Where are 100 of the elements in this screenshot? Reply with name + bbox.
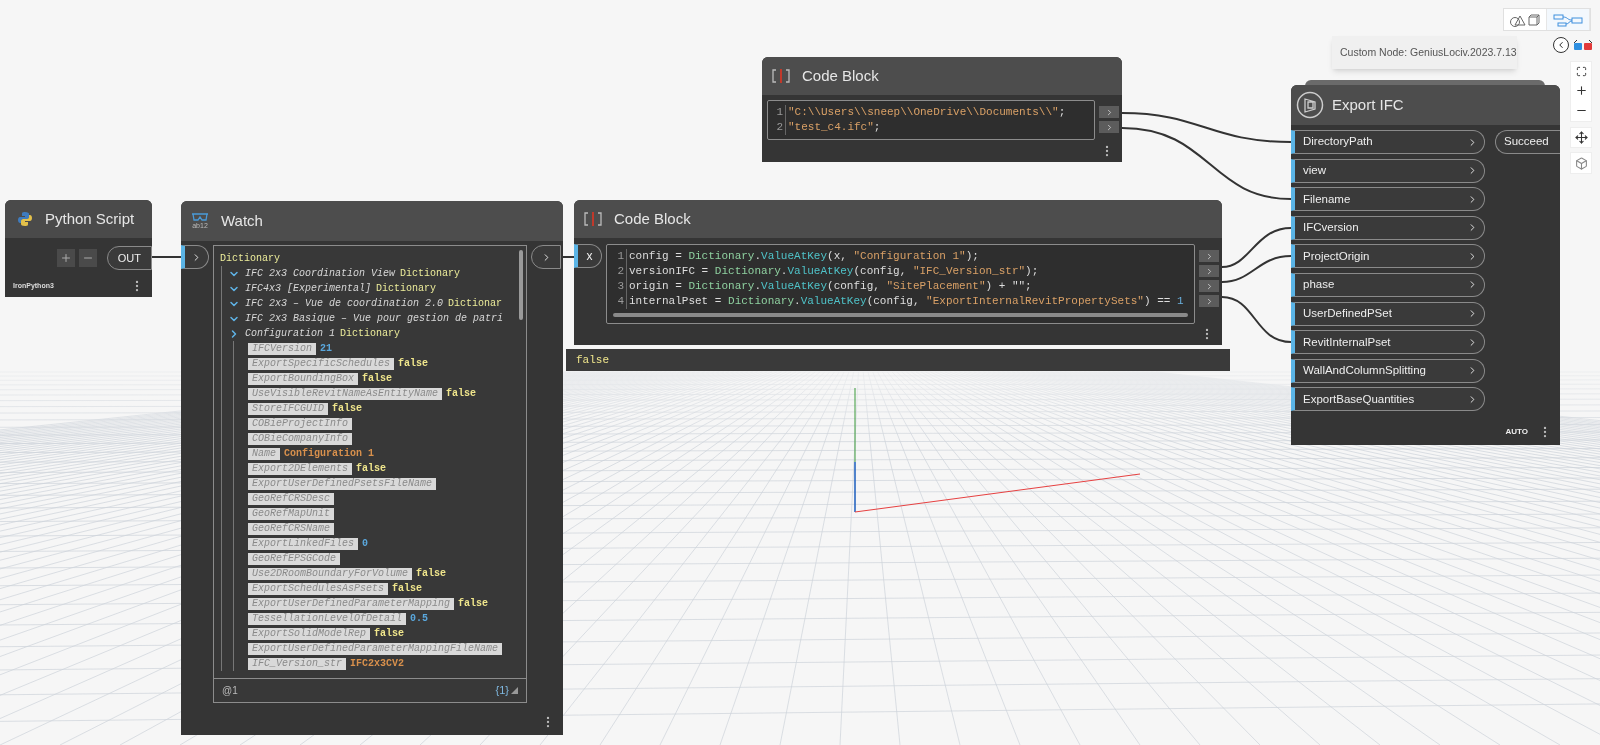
add-input-button[interactable] <box>56 249 75 267</box>
output-port[interactable]: Succeed <box>1495 130 1560 154</box>
input-port[interactable]: Filename <box>1291 187 1485 212</box>
node-title: Code Block <box>802 65 879 86</box>
orbit-cube-icon[interactable] <box>1574 156 1588 170</box>
input-port[interactable]: x <box>574 244 602 268</box>
scrollbar[interactable] <box>613 313 1188 317</box>
list-level: @1 <box>222 684 238 698</box>
dictionary-key: Use2DRoomBoundaryForVolume <box>248 567 413 580</box>
dictionary-key: IFC 2x3 Basique – Vue pour gestion de patri <box>245 311 504 326</box>
dictionary-key: ExportBoundingBox <box>248 372 359 385</box>
resize-grip-icon[interactable] <box>511 687 518 694</box>
value-type: Dictionary <box>220 252 281 266</box>
dictionary-key: GeoRefCRSName <box>248 522 334 535</box>
dictionary-value: false <box>362 372 393 386</box>
dictionary-key: GeoRefCRSDesc <box>248 492 334 505</box>
watch-node[interactable] <box>181 201 563 735</box>
circle-emblem-icon <box>1296 91 1324 119</box>
input-port[interactable]: IFCversion <box>1291 215 1485 240</box>
input-port[interactable]: RevitInternalPset <box>1291 330 1485 355</box>
dictionary-value: 0 <box>362 537 369 551</box>
chevron-icon <box>191 251 202 263</box>
chevron-left-icon <box>1556 40 1566 50</box>
dictionary-key: IFC 2x3 – Vue de coordination 2.0 <box>245 296 444 311</box>
scrollbar[interactable] <box>519 250 523 320</box>
dictionary-key: Name <box>248 447 280 460</box>
dictionary-key: TessellationLevelOfDetail <box>248 612 407 625</box>
node-title: Export IFC <box>1332 94 1404 115</box>
node-graph-icon <box>1552 12 1584 27</box>
dictionary-key: IFC_Version_str <box>248 657 346 670</box>
tooltip: Custom Node: GeniusLociv.2023.7.13 <box>1332 36 1517 69</box>
dictionary-value: false <box>458 597 489 611</box>
node-title: Watch <box>221 210 263 231</box>
input-port[interactable]: phase <box>1291 272 1485 297</box>
dictionary-key: ExportUserDefinedParameterMapping <box>248 597 455 610</box>
glasses-icon <box>191 212 209 222</box>
zoom-in-icon[interactable] <box>1574 84 1588 97</box>
fit-view-icon[interactable] <box>1575 65 1587 77</box>
dictionary-value: 21 <box>320 342 333 356</box>
code-line: "test_c4.ifc"; <box>787 120 881 135</box>
wire[interactable] <box>1221 227 1292 268</box>
3d-glasses-icon[interactable] <box>1573 40 1593 51</box>
input-port[interactable]: DirectoryPath <box>1291 130 1485 154</box>
back-button[interactable] <box>1553 37 1569 53</box>
code-line: origin = Dictionary.ValueAtKey(config, "SitePlacement") + ""; <box>628 279 1032 294</box>
node-title: Code Block <box>614 208 691 229</box>
code-line: config = Dictionary.ValueAtKey(x, "Configuration 1"); <box>628 249 979 264</box>
python-logo-icon <box>17 211 33 227</box>
dictionary-key: IFC4x3 [Experimental] <box>245 281 372 296</box>
shapes-icon <box>1509 12 1541 27</box>
dictionary-key: GeoRefEPSGCode <box>248 552 340 565</box>
input-port[interactable]: UserDefinedPSet <box>1291 301 1485 326</box>
code-block-node[interactable]: Code Block 1 "C:\\Users\\sneep\\OneDrive\\Documents\\"; 2 "test_c4.ifc"; <box>762 57 1122 162</box>
wire[interactable] <box>1121 127 1292 200</box>
dictionary-key: ExportSolidModelRep <box>248 627 371 640</box>
output-port[interactable]: OUT <box>106 246 152 270</box>
dictionary-key: ExportUserDefinedPsetsFileName <box>248 477 437 490</box>
dictionary-value: Configuration 1 <box>284 447 375 461</box>
dictionary-key: COBieProjectInfo <box>248 417 352 430</box>
dictionary-key: ExportLinkedFiles <box>248 537 359 550</box>
input-port[interactable]: ProjectOrigin <box>1291 244 1485 269</box>
dictionary-value: 0.5 <box>410 612 429 626</box>
dictionary-value: false <box>398 357 429 371</box>
dictionary-key: StoreIFCGUID <box>248 402 328 415</box>
value-type: Dictionary <box>400 267 461 281</box>
dictionary-key: ExportSchedulesAsPsets <box>248 582 389 595</box>
wire[interactable] <box>1221 296 1292 343</box>
code-block-node[interactable] <box>574 200 1222 345</box>
wire[interactable] <box>1221 255 1292 283</box>
code-line: internalPset = Dictionary.ValueAtKey(config, "ExportInternalRevitPropertySets") == 1 <box>628 294 1184 309</box>
dictionary-value: IFC2x3CV2 <box>350 657 405 671</box>
dictionary-value: false <box>416 567 447 581</box>
input-port[interactable]: view <box>1291 158 1485 183</box>
dictionary-key: IFC 2x3 Coordination View <box>245 266 396 281</box>
dictionary-value: false <box>374 627 405 641</box>
wire[interactable] <box>1121 112 1292 143</box>
dictionary-key: Export2DElements <box>248 462 352 475</box>
dictionary-key: UseVisibleRevitNameAsEntityName <box>248 387 443 400</box>
value-type: Dictionar <box>448 297 503 311</box>
line-number: 4 <box>613 294 627 309</box>
dictionary-value: false <box>332 402 363 416</box>
wire[interactable] <box>151 256 182 258</box>
code-block-icon <box>772 68 790 84</box>
line-number: 3 <box>613 279 627 294</box>
dictionary-value: false <box>356 462 387 476</box>
view-toggle[interactable] <box>1503 8 1591 31</box>
remove-input-button[interactable] <box>78 249 97 267</box>
pan-icon[interactable] <box>1574 131 1588 144</box>
preview-bubble: false <box>566 349 1230 371</box>
item-count: {1} <box>495 683 509 699</box>
run-mode-label: AUTO <box>1505 426 1528 438</box>
dictionary-value: false <box>446 387 477 401</box>
input-port[interactable]: ExportBaseQuantities <box>1291 387 1485 412</box>
code-block-icon <box>584 211 602 227</box>
dictionary-value: false <box>392 582 423 596</box>
line-number: 1 <box>613 249 627 264</box>
input-port[interactable]: WallAndColumnSplitting <box>1291 358 1485 383</box>
output-port[interactable] <box>531 245 561 269</box>
export-ifc-node[interactable]: Export IFC DirectoryPath view Filename IFCversion ProjectOrigin phase UserDefinedPSet RevitInternalPset WallAndColumnSplitting ExportBaseQuantities Succeed AUTO <box>1291 85 1560 445</box>
input-port[interactable] <box>181 245 209 269</box>
